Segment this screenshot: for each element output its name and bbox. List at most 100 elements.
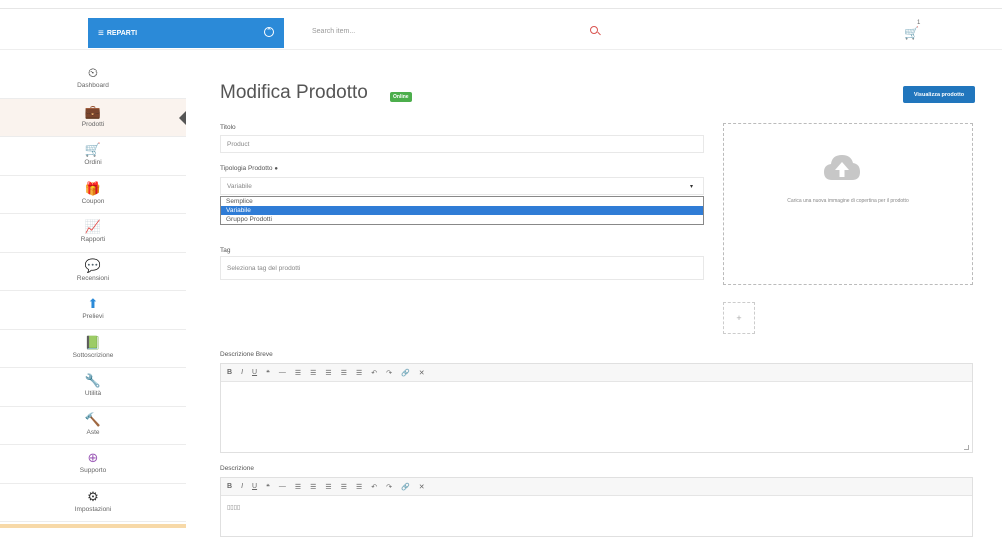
top-divider (0, 8, 1002, 9)
hr-icon[interactable]: — (279, 369, 286, 376)
link-icon[interactable]: 🔗 (401, 483, 410, 491)
cover-image-upload[interactable]: Carica una nuova immagine di copertina p… (723, 123, 973, 285)
bullet-list-icon[interactable]: ☰ (295, 483, 301, 491)
upload-icon: ⬆ (87, 296, 99, 311)
reparti-label: REPARTI (106, 29, 138, 37)
page-title: Modifica Prodotto (220, 82, 368, 103)
underline-icon[interactable]: U (252, 369, 257, 376)
tipologia-value: Variabile (227, 182, 252, 190)
numbered-list-icon[interactable]: ☰ (310, 369, 316, 377)
gavel-icon: 🔨 (84, 411, 102, 427)
tag-label: Tag (220, 247, 231, 254)
gift-icon: 🎁 (84, 180, 102, 196)
status-badge: Online (390, 92, 412, 102)
descr-editor[interactable]: B I U ❝ — ☰ ☰ ☰ ☰ ☰ ↶ ↷ 🔗 ✕ ▯▯▯▯ (220, 477, 973, 537)
upload-hint: Carica una nuova immagine di copertina p… (787, 198, 909, 204)
sidebar-item-sottoscrizione[interactable]: 📗 Sottoscrizione (0, 330, 186, 368)
tag-placeholder: Seleziona tag del prodotti (227, 264, 301, 272)
cloud-upload-icon (824, 155, 860, 180)
dropdown-option[interactable]: Gruppo Prodotti (221, 215, 703, 224)
remove-format-icon[interactable]: ✕ (419, 369, 425, 377)
sidebar-item-label: Prelievi (82, 313, 104, 320)
redo-icon[interactable]: ↷ (386, 483, 392, 491)
sidebar-item-recensioni[interactable]: 💬 Recensioni (0, 253, 186, 291)
quote-icon[interactable]: ❝ (266, 369, 270, 377)
sidebar-item-supporto[interactable]: ⊕ Supporto (0, 445, 186, 484)
descr-content: ▯▯▯▯ (227, 505, 241, 511)
redo-icon[interactable]: ↷ (386, 369, 392, 377)
descr-label: Descrizione (220, 465, 254, 472)
sidebar-item-rapporti[interactable]: 📈 Rapporti (0, 214, 186, 253)
reparti-menu-button[interactable]: ≡ REPARTI ⌃ (88, 18, 284, 48)
wrench-icon: 🔧 (84, 373, 102, 388)
sidebar-item-label: Recensioni (76, 274, 110, 282)
sidebar: ⏲ Dashboard 💼 Prodotti 🛒 Ordini 🎁 Coupon 📈 Rappor… (0, 60, 186, 522)
cart-count: 1 (917, 20, 921, 26)
sidebar-bottom-highlight (0, 524, 186, 528)
search-icon[interactable] (590, 26, 598, 34)
bullet-list-icon[interactable]: ☰ (295, 369, 301, 377)
link-icon[interactable]: 🔗 (401, 369, 410, 377)
editor-toolbar: B I U ❝ — ☰ ☰ ☰ ☰ ☰ ↶ ↷ 🔗 ✕ (221, 478, 972, 496)
align-left-icon[interactable]: ☰ (325, 369, 331, 377)
sidebar-item-prelievi[interactable]: ⬆ Prelievi (0, 291, 186, 330)
chart-icon: 📈 (84, 219, 102, 234)
chevron-circle-icon: ⌃ (264, 27, 274, 37)
tipologia-select[interactable]: Variabile ▾ (220, 177, 704, 195)
add-image-button[interactable]: + (723, 302, 755, 334)
quote-icon[interactable]: ❝ (266, 483, 270, 491)
sidebar-item-ordini[interactable]: 🛒 Ordini (0, 137, 186, 176)
help-icon: ● (274, 166, 278, 172)
briefcase-icon: 💼 (84, 103, 102, 119)
align-center-icon[interactable]: ☰ (341, 483, 347, 491)
sidebar-item-label: Rapporti (80, 236, 106, 243)
sidebar-item-aste[interactable]: 🔨 Aste (0, 407, 186, 445)
align-center-icon[interactable]: ☰ (341, 369, 347, 377)
undo-icon[interactable]: ↶ (371, 369, 377, 377)
bold-icon[interactable]: B (227, 369, 232, 376)
search-input[interactable]: Search item... (312, 28, 355, 35)
numbered-list-icon[interactable]: ☰ (310, 483, 316, 491)
collapse-arrow-icon[interactable] (179, 110, 186, 125)
dropdown-option[interactable]: Semplice (221, 197, 703, 206)
gear-icon: ⚙ (87, 488, 99, 504)
tipologia-label: Tipologia Prodotto ● (220, 165, 278, 172)
hr-icon[interactable]: — (279, 483, 286, 490)
sidebar-item-label: Ordini (84, 159, 102, 166)
resize-handle[interactable] (964, 445, 969, 450)
descr-breve-editor[interactable]: B I U ❝ — ☰ ☰ ☰ ☰ ☰ ↶ ↷ 🔗 ✕ (220, 363, 973, 453)
sidebar-item-label: Aste (86, 428, 100, 436)
menu-icon: ≡ (98, 27, 104, 39)
sidebar-item-label: Supporto (79, 467, 107, 474)
undo-icon[interactable]: ↶ (371, 483, 377, 491)
tipologia-label-text: Tipologia Prodotto (220, 165, 273, 172)
sidebar-item-utilit[interactable]: 🔧 Utilità (0, 368, 186, 407)
sidebar-item-label: Sottoscrizione (72, 351, 114, 359)
cart-icon[interactable]: 🛒 (904, 26, 919, 40)
sidebar-item-dashboard[interactable]: ⏲ Dashboard (0, 60, 186, 99)
align-right-icon[interactable]: ☰ (356, 483, 362, 491)
comments-icon: 💬 (84, 257, 102, 273)
titolo-label: Titolo (220, 124, 236, 131)
align-left-icon[interactable]: ☰ (325, 483, 331, 491)
bold-icon[interactable]: B (227, 483, 232, 490)
editor-toolbar: B I U ❝ — ☰ ☰ ☰ ☰ ☰ ↶ ↷ 🔗 ✕ (221, 364, 972, 382)
dropdown-option[interactable]: Variabile (221, 206, 703, 215)
sidebar-item-label: Dashboard (77, 82, 109, 89)
view-product-button[interactable]: Visualizza prodotto (903, 86, 975, 103)
italic-icon[interactable]: I (241, 369, 243, 376)
align-right-icon[interactable]: ☰ (356, 369, 362, 377)
top-bar: ≡ REPARTI ⌃ Search item... 🛒 1 (0, 18, 1002, 50)
italic-icon[interactable]: I (241, 483, 243, 490)
tag-input[interactable]: Seleziona tag del prodotti (220, 256, 704, 280)
sidebar-item-coupon[interactable]: 🎁 Coupon (0, 176, 186, 214)
book-icon: 📗 (84, 334, 102, 350)
sidebar-item-prodotti[interactable]: 💼 Prodotti (0, 98, 186, 137)
titolo-input[interactable]: Product (220, 135, 704, 153)
underline-icon[interactable]: U (252, 483, 257, 490)
titolo-value: Product (227, 140, 250, 148)
sidebar-item-impostazioni[interactable]: ⚙ Impostazioni (0, 484, 186, 522)
cart-icon: 🛒 (84, 142, 102, 157)
sidebar-item-label: Prodotti (81, 120, 105, 128)
remove-format-icon[interactable]: ✕ (419, 483, 425, 491)
